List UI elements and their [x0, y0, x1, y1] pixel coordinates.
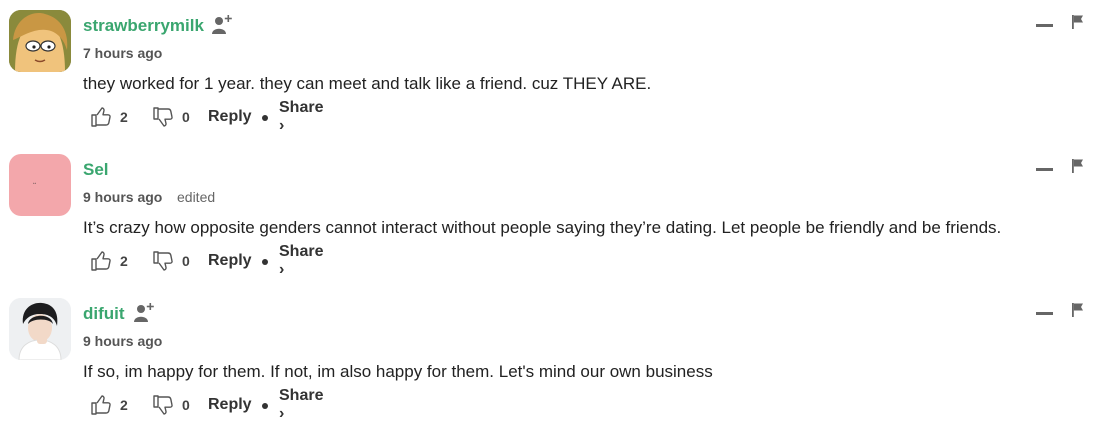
- like-count: 2: [120, 397, 128, 413]
- separator-dot: [262, 403, 268, 409]
- share-label: Share ›: [279, 99, 324, 134]
- dislike-button[interactable]: 0: [152, 248, 190, 274]
- reply-button[interactable]: Reply: [208, 392, 252, 418]
- reply-label: Reply: [208, 108, 252, 125]
- thumbs-down-icon: [153, 107, 173, 127]
- separator-dot: [262, 115, 268, 121]
- avatar[interactable]: [9, 10, 71, 72]
- share-button[interactable]: Share ›: [279, 243, 323, 278]
- like-button[interactable]: 2: [90, 104, 128, 130]
- avatar[interactable]: ꞏꞏ: [9, 154, 71, 216]
- dislike-button[interactable]: 0: [152, 392, 190, 418]
- follow-icon[interactable]: [211, 14, 233, 36]
- reply-button[interactable]: Reply: [208, 248, 252, 274]
- like-count: 2: [120, 109, 128, 125]
- dislike-count: 0: [182, 253, 190, 269]
- username[interactable]: difuit: [83, 304, 125, 324]
- username[interactable]: Sel: [83, 160, 109, 180]
- reply-button[interactable]: Reply: [208, 104, 252, 130]
- like-button[interactable]: 2: [90, 392, 128, 418]
- share-button[interactable]: Share ›: [279, 387, 323, 422]
- comment: ꞏꞏ Sel 9 hours ago edited It’s crazy how…: [0, 144, 1098, 288]
- avatar[interactable]: [9, 298, 71, 360]
- dislike-count: 0: [182, 397, 190, 413]
- collapse-icon[interactable]: [1036, 312, 1053, 315]
- flag-icon[interactable]: [1071, 302, 1085, 318]
- comment: strawberrymilk 7 hours ago they worked f…: [0, 0, 1098, 144]
- thumbs-up-icon: [91, 251, 111, 271]
- thumbs-up-icon: [91, 395, 111, 415]
- thumbs-down-icon: [153, 395, 173, 415]
- timestamp: 9 hours ago: [83, 189, 163, 205]
- flag-icon[interactable]: [1071, 14, 1085, 30]
- collapse-icon[interactable]: [1036, 168, 1053, 171]
- edited-label: edited: [177, 189, 216, 205]
- flag-icon[interactable]: [1071, 158, 1085, 174]
- timestamp: 7 hours ago: [83, 45, 163, 61]
- share-label: Share ›: [279, 387, 324, 422]
- username[interactable]: strawberrymilk: [83, 16, 204, 36]
- like-count: 2: [120, 253, 128, 269]
- comment-text: If so, im happy for them. If not, im als…: [83, 362, 713, 381]
- thumbs-down-icon: [153, 251, 173, 271]
- thumbs-up-icon: [91, 107, 111, 127]
- timestamp: 9 hours ago: [83, 333, 163, 349]
- like-button[interactable]: 2: [90, 248, 128, 274]
- comment: difuit 9 hours ago If so, im happy for t…: [0, 288, 1098, 432]
- dislike-count: 0: [182, 109, 190, 125]
- dislike-button[interactable]: 0: [152, 104, 190, 130]
- comment-text: It’s crazy how opposite genders cannot i…: [83, 218, 1002, 237]
- reply-label: Reply: [208, 252, 252, 269]
- follow-icon[interactable]: [133, 302, 155, 324]
- share-button[interactable]: Share ›: [279, 99, 323, 134]
- collapse-icon[interactable]: [1036, 24, 1053, 27]
- avatar-mark: ꞏꞏ: [33, 181, 37, 187]
- separator-dot: [262, 259, 268, 265]
- reply-label: Reply: [208, 396, 252, 413]
- comment-text: they worked for 1 year. they can meet an…: [83, 74, 652, 93]
- share-label: Share ›: [279, 243, 324, 278]
